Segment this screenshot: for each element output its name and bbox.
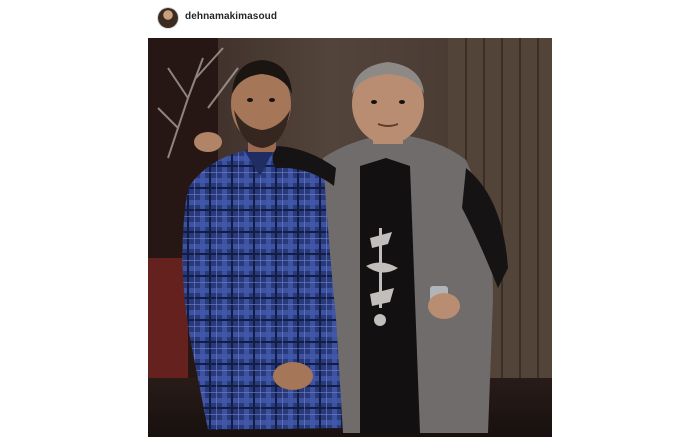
username[interactable]: dehnamakimasoud — [185, 11, 277, 22]
instagram-post: dehnamakimasoud — [148, 0, 552, 437]
photo-image — [148, 38, 552, 437]
post-photo — [148, 38, 552, 437]
post-header: dehnamakimasoud — [148, 0, 552, 38]
avatar[interactable] — [158, 8, 178, 28]
